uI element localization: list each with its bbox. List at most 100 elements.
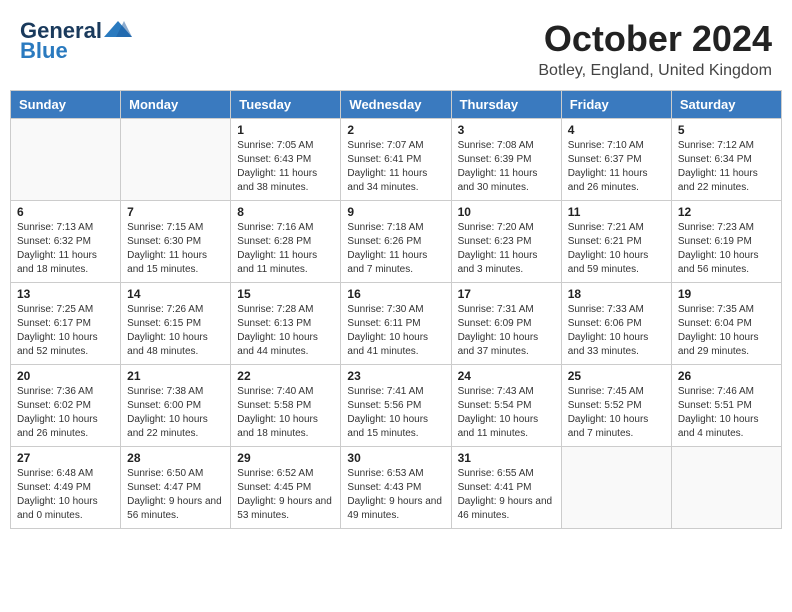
week-row-3: 13 Sunrise: 7:25 AM Sunset: 6:17 PM Dayli… (11, 283, 782, 365)
week-row-4: 20 Sunrise: 7:36 AM Sunset: 6:02 PM Dayli… (11, 365, 782, 447)
week-row-1: 1 Sunrise: 7:05 AM Sunset: 6:43 PM Daylig… (11, 119, 782, 201)
col-friday: Friday (561, 91, 671, 119)
day-cell: 1 Sunrise: 7:05 AM Sunset: 6:43 PM Daylig… (231, 119, 341, 201)
day-cell: 26Sunrise: 7:46 AM Sunset: 5:51 PM Dayli… (671, 365, 781, 447)
day-detail: Sunrise: 6:55 AM Sunset: 4:41 PM Dayligh… (458, 467, 555, 523)
day-detail: Sunrise: 7:35 AM Sunset: 6:04 PM Dayligh… (678, 303, 775, 359)
day-cell: 14 Sunrise: 7:26 AM Sunset: 6:15 PM Dayli… (121, 283, 231, 365)
logo-icon (104, 19, 132, 39)
day-cell: 7Sunrise: 7:15 AM Sunset: 6:30 PM Daylig… (121, 201, 231, 283)
day-cell: 8 Sunrise: 7:16 AM Sunset: 6:28 PM Daylig… (231, 201, 341, 283)
col-thursday: Thursday (451, 91, 561, 119)
day-cell: 12 Sunrise: 7:23 AM Sunset: 6:19 PM Dayli… (671, 201, 781, 283)
day-number: 1 (237, 123, 334, 137)
day-detail: Sunrise: 7:10 AM Sunset: 6:37 PM Dayligh… (568, 139, 665, 195)
day-detail: Sunrise: 7:40 AM Sunset: 5:58 PM Dayligh… (237, 385, 334, 441)
day-cell: 24Sunrise: 7:43 AM Sunset: 5:54 PM Dayli… (451, 365, 561, 447)
day-number: 12 (678, 205, 775, 219)
header-row: Sunday Monday Tuesday Wednesday Thursday… (11, 91, 782, 119)
calendar-table: Sunday Monday Tuesday Wednesday Thursday… (10, 90, 782, 529)
day-detail: Sunrise: 7:28 AM Sunset: 6:13 PM Dayligh… (237, 303, 334, 359)
day-number: 8 (237, 205, 334, 219)
week-row-2: 6 Sunrise: 7:13 AM Sunset: 6:32 PM Daylig… (11, 201, 782, 283)
day-cell: 13 Sunrise: 7:25 AM Sunset: 6:17 PM Dayli… (11, 283, 121, 365)
col-saturday: Saturday (671, 91, 781, 119)
day-detail: Sunrise: 7:30 AM Sunset: 6:11 PM Dayligh… (347, 303, 444, 359)
day-number: 6 (17, 205, 114, 219)
day-detail: Sunrise: 7:05 AM Sunset: 6:43 PM Dayligh… (237, 139, 334, 195)
day-number: 16 (347, 287, 444, 301)
day-number: 3 (458, 123, 555, 137)
day-detail: Sunrise: 7:31 AM Sunset: 6:09 PM Dayligh… (458, 303, 555, 359)
logo-blue: Blue (20, 38, 68, 64)
day-number: 30 (347, 451, 444, 465)
col-wednesday: Wednesday (341, 91, 451, 119)
day-number: 11 (568, 205, 665, 219)
day-number: 14 (127, 287, 224, 301)
day-detail: Sunrise: 6:48 AM Sunset: 4:49 PM Dayligh… (17, 467, 114, 523)
day-cell: 31Sunrise: 6:55 AM Sunset: 4:41 PM Dayli… (451, 447, 561, 529)
day-cell: 21 Sunrise: 7:38 AM Sunset: 6:00 PM Dayli… (121, 365, 231, 447)
day-cell (121, 119, 231, 201)
day-cell: 11 Sunrise: 7:21 AM Sunset: 6:21 PM Dayli… (561, 201, 671, 283)
day-cell: 6 Sunrise: 7:13 AM Sunset: 6:32 PM Daylig… (11, 201, 121, 283)
location-subtitle: Botley, England, United Kingdom (538, 62, 772, 80)
day-detail: Sunrise: 7:45 AM Sunset: 5:52 PM Dayligh… (568, 385, 665, 441)
day-number: 27 (17, 451, 114, 465)
col-sunday: Sunday (11, 91, 121, 119)
day-cell: 16 Sunrise: 7:30 AM Sunset: 6:11 PM Dayli… (341, 283, 451, 365)
day-number: 29 (237, 451, 334, 465)
day-detail: Sunrise: 7:16 AM Sunset: 6:28 PM Dayligh… (237, 221, 334, 277)
day-detail: Sunrise: 7:21 AM Sunset: 6:21 PM Dayligh… (568, 221, 665, 277)
day-number: 17 (458, 287, 555, 301)
day-number: 10 (458, 205, 555, 219)
logo-area: General Blue (20, 18, 132, 64)
day-cell (11, 119, 121, 201)
day-cell: 17 Sunrise: 7:31 AM Sunset: 6:09 PM Dayli… (451, 283, 561, 365)
day-detail: Sunrise: 7:33 AM Sunset: 6:06 PM Dayligh… (568, 303, 665, 359)
month-title: October 2024 (538, 18, 772, 60)
day-cell: 25 Sunrise: 7:45 AM Sunset: 5:52 PM Dayli… (561, 365, 671, 447)
day-cell: 5 Sunrise: 7:12 AM Sunset: 6:34 PM Daylig… (671, 119, 781, 201)
day-cell: 19 Sunrise: 7:35 AM Sunset: 6:04 PM Dayli… (671, 283, 781, 365)
day-detail: Sunrise: 7:25 AM Sunset: 6:17 PM Dayligh… (17, 303, 114, 359)
day-number: 9 (347, 205, 444, 219)
title-area: October 2024 Botley, England, United Kin… (538, 18, 772, 80)
day-cell: 30Sunrise: 6:53 AM Sunset: 4:43 PM Dayli… (341, 447, 451, 529)
day-cell: 9 Sunrise: 7:18 AM Sunset: 6:26 PM Daylig… (341, 201, 451, 283)
day-detail: Sunrise: 7:23 AM Sunset: 6:19 PM Dayligh… (678, 221, 775, 277)
day-number: 2 (347, 123, 444, 137)
day-cell (561, 447, 671, 529)
day-cell: 4 Sunrise: 7:10 AM Sunset: 6:37 PM Daylig… (561, 119, 671, 201)
day-number: 4 (568, 123, 665, 137)
day-cell: 23Sunrise: 7:41 AM Sunset: 5:56 PM Dayli… (341, 365, 451, 447)
day-detail: Sunrise: 6:52 AM Sunset: 4:45 PM Dayligh… (237, 467, 334, 523)
day-cell: 29 Sunrise: 6:52 AM Sunset: 4:45 PM Dayli… (231, 447, 341, 529)
day-detail: Sunrise: 7:12 AM Sunset: 6:34 PM Dayligh… (678, 139, 775, 195)
day-cell (671, 447, 781, 529)
day-number: 13 (17, 287, 114, 301)
col-tuesday: Tuesday (231, 91, 341, 119)
day-number: 23 (347, 369, 444, 383)
day-number: 21 (127, 369, 224, 383)
day-detail: Sunrise: 7:38 AM Sunset: 6:00 PM Dayligh… (127, 385, 224, 441)
day-detail: Sunrise: 7:43 AM Sunset: 5:54 PM Dayligh… (458, 385, 555, 441)
day-detail: Sunrise: 7:18 AM Sunset: 6:26 PM Dayligh… (347, 221, 444, 277)
col-monday: Monday (121, 91, 231, 119)
day-detail: Sunrise: 7:20 AM Sunset: 6:23 PM Dayligh… (458, 221, 555, 277)
day-detail: Sunrise: 7:26 AM Sunset: 6:15 PM Dayligh… (127, 303, 224, 359)
day-detail: Sunrise: 7:36 AM Sunset: 6:02 PM Dayligh… (17, 385, 114, 441)
day-number: 7 (127, 205, 224, 219)
day-number: 25 (568, 369, 665, 383)
day-number: 20 (17, 369, 114, 383)
day-cell: 10 Sunrise: 7:20 AM Sunset: 6:23 PM Dayli… (451, 201, 561, 283)
day-cell: 27 Sunrise: 6:48 AM Sunset: 4:49 PM Dayli… (11, 447, 121, 529)
day-cell: 2Sunrise: 7:07 AM Sunset: 6:41 PM Daylig… (341, 119, 451, 201)
day-number: 28 (127, 451, 224, 465)
day-detail: Sunrise: 7:13 AM Sunset: 6:32 PM Dayligh… (17, 221, 114, 277)
day-number: 5 (678, 123, 775, 137)
day-cell: 15 Sunrise: 7:28 AM Sunset: 6:13 PM Dayli… (231, 283, 341, 365)
day-number: 22 (237, 369, 334, 383)
day-number: 19 (678, 287, 775, 301)
day-number: 15 (237, 287, 334, 301)
